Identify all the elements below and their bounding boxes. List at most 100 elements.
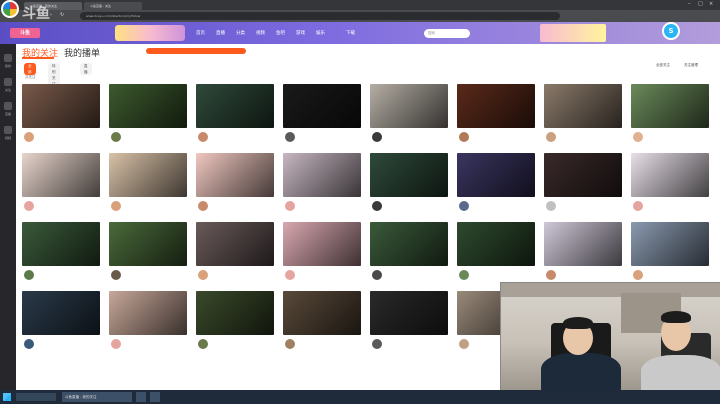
stream-card[interactable] <box>22 291 100 357</box>
stream-thumbnail[interactable] <box>544 222 622 266</box>
reload-icon[interactable]: ↻ <box>60 12 64 18</box>
stream-card[interactable] <box>457 222 535 288</box>
stream-card[interactable] <box>544 153 622 219</box>
streamer-avatar[interactable] <box>24 132 34 142</box>
stream-card[interactable] <box>631 222 709 288</box>
stream-thumbnail[interactable] <box>109 84 187 128</box>
nav-item[interactable]: 首页 <box>196 30 205 36</box>
stream-thumbnail[interactable] <box>370 84 448 128</box>
streamer-avatar[interactable] <box>198 339 208 349</box>
stream-thumbnail[interactable] <box>544 153 622 197</box>
heart-icon[interactable] <box>4 78 12 86</box>
nav-item[interactable]: 分类 <box>236 30 245 36</box>
taskbar-app[interactable] <box>150 392 160 402</box>
tab-my-playlist[interactable]: 我的播单 <box>64 46 100 59</box>
nav-item[interactable]: 鱼吧 <box>276 30 285 36</box>
stream-card[interactable] <box>109 84 187 150</box>
stream-thumbnail[interactable] <box>196 84 274 128</box>
stream-thumbnail[interactable] <box>457 222 535 266</box>
streamer-avatar[interactable] <box>285 270 295 280</box>
header-ad-image[interactable] <box>540 24 606 42</box>
user-avatar[interactable]: S <box>662 22 680 40</box>
nav-item[interactable]: 视频 <box>256 30 265 36</box>
streamer-avatar[interactable] <box>459 339 469 349</box>
stream-card[interactable] <box>22 153 100 219</box>
stream-card[interactable] <box>283 222 361 288</box>
nav-item[interactable]: 下载 <box>346 30 355 36</box>
stream-thumbnail[interactable] <box>631 222 709 266</box>
streamer-avatar[interactable] <box>111 201 121 211</box>
stream-thumbnail[interactable] <box>22 84 100 128</box>
streamer-avatar[interactable] <box>198 270 208 280</box>
streamer-avatar[interactable] <box>24 201 34 211</box>
streamer-avatar[interactable] <box>198 132 208 142</box>
follow-manage-link[interactable]: 关注管理 <box>684 63 698 68</box>
stream-thumbnail[interactable] <box>109 222 187 266</box>
streamer-avatar[interactable] <box>633 201 643 211</box>
stream-thumbnail[interactable] <box>544 84 622 128</box>
browser-tab[interactable]: 斗鱼直播 - 关注 <box>84 2 142 10</box>
video-icon[interactable] <box>4 126 12 134</box>
taskbar-app[interactable]: 斗鱼直播 - 我的关注 <box>62 392 132 402</box>
stream-card[interactable] <box>109 222 187 288</box>
header-banner[interactable] <box>115 25 185 41</box>
site-search-input[interactable]: 搜索 <box>424 29 470 38</box>
stream-card[interactable] <box>196 153 274 219</box>
stream-card[interactable] <box>283 84 361 150</box>
streamer-avatar[interactable] <box>24 339 34 349</box>
streamer-avatar[interactable] <box>372 201 382 211</box>
stream-thumbnail[interactable] <box>283 84 361 128</box>
stream-card[interactable] <box>22 84 100 150</box>
streamer-avatar[interactable] <box>285 201 295 211</box>
nav-item[interactable]: 直播 <box>216 30 225 36</box>
forward-icon[interactable]: › <box>50 12 52 18</box>
stream-thumbnail[interactable] <box>22 222 100 266</box>
streamer-avatar[interactable] <box>372 132 382 142</box>
streamer-avatar[interactable] <box>198 201 208 211</box>
streamer-avatar[interactable] <box>633 132 643 142</box>
streamer-avatar[interactable] <box>459 270 469 280</box>
stream-card[interactable] <box>109 153 187 219</box>
stream-card[interactable] <box>283 153 361 219</box>
stream-card[interactable] <box>631 84 709 150</box>
stream-thumbnail[interactable] <box>457 153 535 197</box>
site-logo[interactable]: 斗鱼 <box>10 28 40 38</box>
stream-card[interactable] <box>370 291 448 357</box>
streamer-avatar[interactable] <box>459 132 469 142</box>
stream-card[interactable] <box>544 222 622 288</box>
stream-card[interactable] <box>196 84 274 150</box>
streamer-avatar[interactable] <box>24 270 34 280</box>
stream-thumbnail[interactable] <box>370 153 448 197</box>
stream-thumbnail[interactable] <box>196 222 274 266</box>
stream-thumbnail[interactable] <box>370 291 448 335</box>
streamer-avatar[interactable] <box>633 270 643 280</box>
notice-bar[interactable] <box>146 48 246 54</box>
stream-card[interactable] <box>283 291 361 357</box>
nav-item[interactable]: 游戏 <box>296 30 305 36</box>
stream-card[interactable] <box>22 222 100 288</box>
nav-item[interactable]: 娱乐 <box>316 30 325 36</box>
taskbar-search[interactable] <box>16 393 56 401</box>
taskbar-app[interactable] <box>136 392 146 402</box>
stream-card[interactable] <box>370 84 448 150</box>
stream-thumbnail[interactable] <box>283 291 361 335</box>
stream-thumbnail[interactable] <box>370 222 448 266</box>
filter-all[interactable]: 全部 <box>24 63 36 75</box>
stream-thumbnail[interactable] <box>109 291 187 335</box>
streamer-avatar[interactable] <box>285 132 295 142</box>
stream-thumbnail[interactable] <box>196 291 274 335</box>
stream-thumbnail[interactable] <box>196 153 274 197</box>
stream-card[interactable] <box>109 291 187 357</box>
streamer-avatar[interactable] <box>111 339 121 349</box>
stream-thumbnail[interactable] <box>283 153 361 197</box>
stream-thumbnail[interactable] <box>631 153 709 197</box>
all-follow-link[interactable]: 全部关注 <box>656 63 670 68</box>
minimize-icon[interactable]: – <box>688 1 691 7</box>
stream-card[interactable] <box>631 153 709 219</box>
stream-thumbnail[interactable] <box>109 153 187 197</box>
streamer-avatar[interactable] <box>546 132 556 142</box>
url-field[interactable]: www.douyu.com/directory/myFollow <box>80 12 560 20</box>
streamer-avatar[interactable] <box>546 270 556 280</box>
stream-card[interactable] <box>196 291 274 357</box>
streamer-avatar[interactable] <box>459 201 469 211</box>
